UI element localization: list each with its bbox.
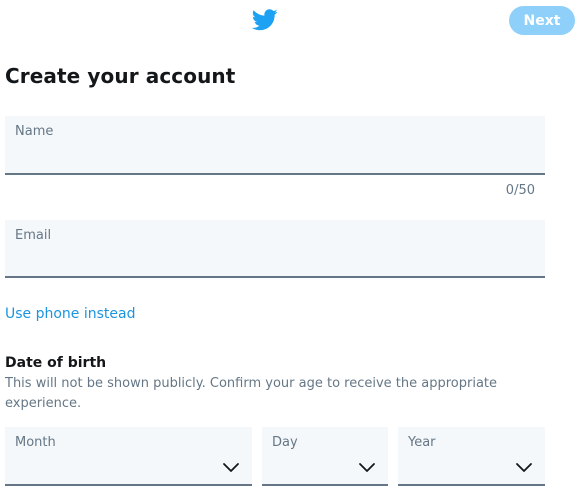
date-of-birth-description: This will not be shown publicly. Confirm… — [5, 376, 498, 411]
month-select[interactable]: Month — [5, 427, 252, 486]
use-phone-instead-link[interactable]: Use phone instead — [5, 306, 136, 322]
name-field[interactable]: Name — [5, 116, 545, 175]
day-select[interactable]: Day — [262, 427, 388, 486]
name-input[interactable] — [14, 145, 534, 167]
month-select-label: Month — [15, 435, 56, 450]
day-select-label: Day — [272, 435, 298, 450]
date-of-birth-heading: Date of birth — [5, 355, 107, 371]
email-field-label: Email — [15, 228, 52, 243]
name-character-counter: 0/50 — [505, 183, 535, 198]
twitter-bird-icon — [252, 9, 278, 31]
year-select-label: Year — [408, 435, 436, 450]
top-bar: Next — [0, 0, 580, 40]
name-field-label: Name — [15, 124, 54, 139]
chevron-down-icon — [516, 463, 532, 472]
next-button[interactable]: Next — [509, 6, 575, 35]
year-select[interactable]: Year — [398, 427, 545, 486]
page-title: Create your account — [5, 64, 236, 88]
chevron-down-icon — [359, 463, 375, 472]
email-input[interactable] — [14, 248, 534, 270]
email-field[interactable]: Email — [5, 220, 545, 278]
chevron-down-icon — [223, 463, 239, 472]
